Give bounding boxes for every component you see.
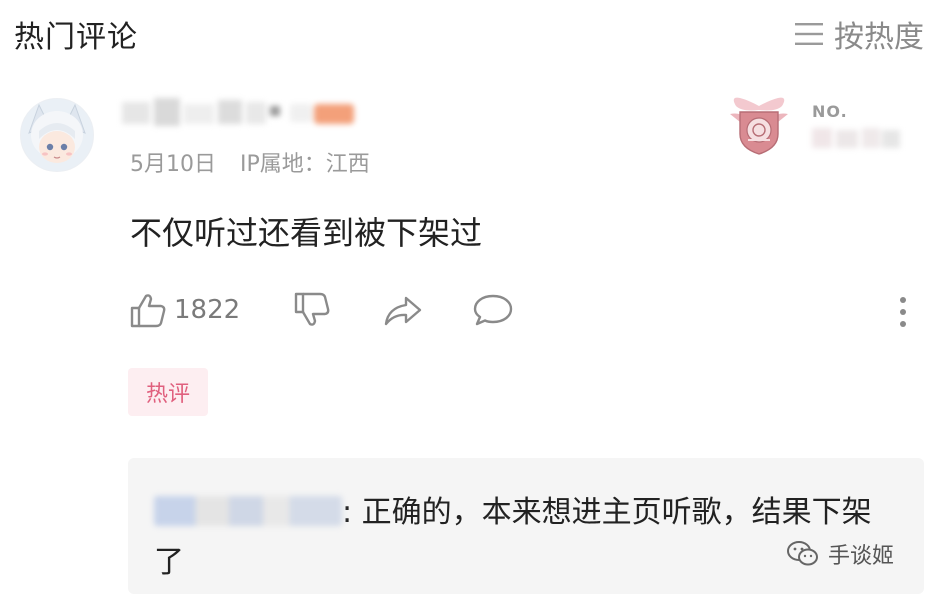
reply-button[interactable] — [472, 290, 514, 330]
wechat-icon — [786, 541, 818, 566]
watermark: 手谈姬 — [786, 538, 894, 570]
comment-meta: 5月10日 IP属地：江西 — [130, 146, 370, 178]
comment-actions: 1822 — [128, 290, 514, 330]
hot-comment-tag: 热评 — [128, 368, 208, 416]
share-arrow-icon — [384, 296, 422, 326]
like-button[interactable]: 1822 — [128, 290, 240, 330]
avatar-image — [21, 99, 93, 171]
sort-button[interactable]: 按热度 — [794, 12, 924, 56]
watermark-text: 手谈姬 — [827, 544, 894, 569]
more-options-icon[interactable] — [898, 296, 908, 328]
reply-preview[interactable]: : 正确的，本来想进主页听歌，结果下架了 手谈姬 — [128, 458, 924, 594]
reply-content: : 正确的，本来想进主页听歌，结果下架了 — [154, 488, 874, 588]
rank-badge-icon — [730, 97, 788, 155]
menu-lines-icon — [795, 23, 823, 45]
sort-label: 按热度 — [834, 20, 924, 55]
section-title: 热门评论 — [14, 20, 138, 55]
share-button[interactable] — [382, 290, 424, 330]
comment-text: 不仅听过还看到被下架过 — [130, 214, 483, 252]
like-count: 1822 — [174, 295, 241, 325]
ip-location: IP属地：江西 — [240, 152, 370, 177]
chat-bubble-icon — [473, 294, 513, 326]
username-redacted[interactable] — [118, 92, 368, 136]
rank-value-redacted — [812, 128, 900, 148]
reply-separator: : — [342, 495, 353, 530]
avatar[interactable] — [20, 98, 94, 172]
dislike-button[interactable] — [292, 290, 332, 330]
thumbs-up-icon — [130, 294, 166, 328]
thumbs-down-icon — [294, 292, 330, 326]
comment-date: 5月10日 — [130, 152, 216, 177]
reply-username-redacted[interactable] — [154, 496, 342, 526]
rank-label: NO. — [812, 102, 848, 121]
